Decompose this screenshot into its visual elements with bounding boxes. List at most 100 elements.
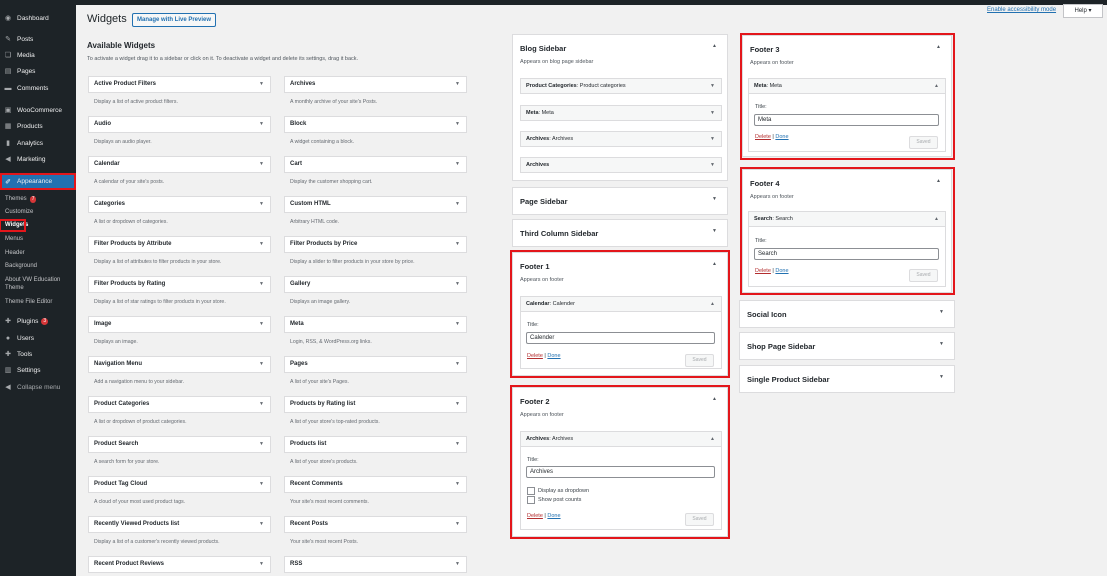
available-widget[interactable]: Products list ▼ (284, 436, 467, 453)
sidebar-item-woocommerce[interactable]: ▣ WooCommerce (0, 103, 76, 117)
chevron-down-icon[interactable]: ▼ (455, 157, 460, 172)
submenu-menus[interactable]: Menus (0, 234, 76, 245)
sidebar-item-analytics[interactable]: ▮ Analytics (0, 136, 76, 150)
submenu-theme-file-editor[interactable]: Theme File Editor (0, 297, 76, 308)
help-tab-button[interactable]: Help ▾ (1063, 4, 1103, 18)
available-widget[interactable]: Audio ▼ (88, 116, 271, 133)
chevron-down-icon[interactable]: ▼ (259, 77, 264, 92)
chevron-down-icon[interactable]: ▼ (710, 106, 715, 120)
enable-accessibility-link[interactable]: Enable accessibility mode (987, 7, 1056, 13)
chevron-down-icon[interactable]: ▼ (455, 117, 460, 132)
sidebar-item-posts[interactable]: ✎ Posts (0, 32, 76, 46)
chevron-down-icon[interactable]: ▼ (259, 557, 264, 572)
available-widget[interactable]: Product Tag Cloud ▼ (88, 476, 271, 493)
sidebar-title[interactable]: Blog Sidebar (520, 44, 566, 53)
chevron-down-icon[interactable]: ▼ (939, 374, 944, 380)
third-column-sidebar-panel[interactable]: Third Column Sidebar ▼ (512, 219, 728, 247)
sidebar-item-marketing[interactable]: ◀ Marketing (0, 152, 76, 166)
chevron-down-icon[interactable]: ▼ (455, 437, 460, 452)
chevron-down-icon[interactable]: ▼ (259, 357, 264, 372)
available-widget[interactable]: Recently Viewed Products list ▼ (88, 516, 271, 533)
sidebar-widget[interactable]: Meta: Meta ▼ (520, 105, 722, 121)
sidebar-item-appearance[interactable]: ✐ Appearance (0, 173, 76, 190)
chevron-down-icon[interactable]: ▼ (455, 517, 460, 532)
sidebar-item-pages[interactable]: ▤ Pages (0, 64, 76, 78)
available-widget[interactable]: Cart ▼ (284, 156, 467, 173)
sidebar-widget[interactable]: Archives ▼ (520, 157, 722, 173)
chevron-down-icon[interactable]: ▼ (712, 196, 717, 202)
chevron-down-icon[interactable]: ▼ (455, 317, 460, 332)
chevron-down-icon[interactable]: ▼ (259, 437, 264, 452)
submenu-about-theme[interactable]: About VW Education Theme (0, 276, 76, 294)
chevron-down-icon[interactable]: ▼ (939, 341, 944, 347)
page-sidebar-panel[interactable]: Page Sidebar ▼ (512, 187, 728, 215)
available-widget[interactable]: Categories ▼ (88, 196, 271, 213)
submenu-background[interactable]: Background (0, 261, 76, 272)
available-widget[interactable]: Recent Posts ▼ (284, 516, 467, 533)
chevron-down-icon[interactable]: ▼ (259, 237, 264, 252)
available-widget[interactable]: Pages ▼ (284, 356, 467, 373)
chevron-down-icon[interactable]: ▼ (259, 517, 264, 532)
available-widget[interactable]: Active Product Filters ▼ (88, 76, 271, 93)
sidebar-item-settings[interactable]: ▥ Settings (0, 363, 76, 377)
chevron-down-icon[interactable]: ▼ (259, 317, 264, 332)
chevron-down-icon[interactable]: ▼ (259, 157, 264, 172)
available-widget[interactable]: Product Search ▼ (88, 436, 271, 453)
sidebar-item-comments[interactable]: ▬ Comments (0, 81, 76, 95)
sidebar-widget[interactable]: Archives: Archives ▼ (520, 131, 722, 147)
available-widget[interactable]: Custom HTML ▼ (284, 196, 467, 213)
manage-live-preview-button[interactable]: Manage with Live Preview (132, 13, 217, 27)
single-product-sidebar-panel[interactable]: Single Product Sidebar ▼ (739, 365, 955, 393)
chevron-down-icon[interactable]: ▼ (259, 197, 264, 212)
sidebar-item-users[interactable]: ● Users (0, 331, 76, 345)
chevron-down-icon[interactable]: ▼ (939, 309, 944, 315)
collapse-up-icon[interactable]: ▲ (712, 43, 717, 49)
sidebar-widget[interactable]: Product Categories: Product categories ▼ (520, 78, 722, 94)
chevron-down-icon[interactable]: ▼ (259, 277, 264, 292)
chevron-down-icon[interactable]: ▼ (710, 79, 715, 93)
available-widget[interactable]: Products by Rating list ▼ (284, 396, 467, 413)
sidebar-item-products[interactable]: ▦ Products (0, 119, 76, 133)
chevron-down-icon[interactable]: ▼ (455, 557, 460, 572)
available-widget[interactable]: Filter Products by Attribute ▼ (88, 236, 271, 253)
available-widget[interactable]: Meta ▼ (284, 316, 467, 333)
available-widget[interactable]: Gallery ▼ (284, 276, 467, 293)
sidebar-item-media[interactable]: ❏ Media (0, 48, 76, 62)
available-widget[interactable]: Filter Products by Price ▼ (284, 236, 467, 253)
chevron-down-icon[interactable]: ▼ (455, 397, 460, 412)
collapse-menu-button[interactable]: ◀ Collapse menu (0, 380, 76, 394)
chevron-down-icon[interactable]: ▼ (710, 158, 715, 172)
chevron-down-icon[interactable]: ▼ (259, 117, 264, 132)
social-icon-panel[interactable]: Social Icon ▼ (739, 300, 955, 328)
available-widget[interactable]: Calendar ▼ (88, 156, 271, 173)
sidebar-item-plugins[interactable]: ✚ Plugins 3 (0, 314, 76, 328)
sidebar-item-dashboard[interactable]: ◉ Dashboard (0, 11, 76, 25)
chevron-down-icon[interactable]: ▼ (259, 397, 264, 412)
chevron-down-icon[interactable]: ▼ (455, 277, 460, 292)
sidebar-title[interactable]: Page Sidebar (520, 197, 568, 206)
sidebar-title[interactable]: Third Column Sidebar (520, 229, 598, 238)
submenu-customize[interactable]: Customize (0, 207, 76, 218)
sidebar-item-tools[interactable]: ✚ Tools (0, 347, 76, 361)
available-widget[interactable]: Product Categories ▼ (88, 396, 271, 413)
available-widget[interactable]: Recent Comments ▼ (284, 476, 467, 493)
shop-page-sidebar-panel[interactable]: Shop Page Sidebar ▼ (739, 332, 955, 360)
submenu-widgets[interactable]: Widgets (0, 219, 28, 232)
available-widget[interactable]: RSS ▼ (284, 556, 467, 573)
available-widget[interactable]: Archives ▼ (284, 76, 467, 93)
chevron-down-icon[interactable]: ▼ (259, 477, 264, 492)
chevron-down-icon[interactable]: ▼ (455, 357, 460, 372)
chevron-down-icon[interactable]: ▼ (455, 477, 460, 492)
chevron-down-icon[interactable]: ▼ (455, 197, 460, 212)
available-widget[interactable]: Filter Products by Rating ▼ (88, 276, 271, 293)
submenu-themes[interactable]: Themes 7 (0, 194, 76, 205)
chevron-down-icon[interactable]: ▼ (455, 237, 460, 252)
chevron-down-icon[interactable]: ▼ (710, 132, 715, 146)
sidebar-title[interactable]: Social Icon (747, 310, 787, 319)
available-widget[interactable]: Navigation Menu ▼ (88, 356, 271, 373)
available-widget[interactable]: Recent Product Reviews ▼ (88, 556, 271, 573)
sidebar-title[interactable]: Single Product Sidebar (747, 375, 830, 384)
available-widget[interactable]: Block ▼ (284, 116, 467, 133)
submenu-header[interactable]: Header (0, 248, 76, 259)
sidebar-title[interactable]: Shop Page Sidebar (747, 342, 815, 351)
